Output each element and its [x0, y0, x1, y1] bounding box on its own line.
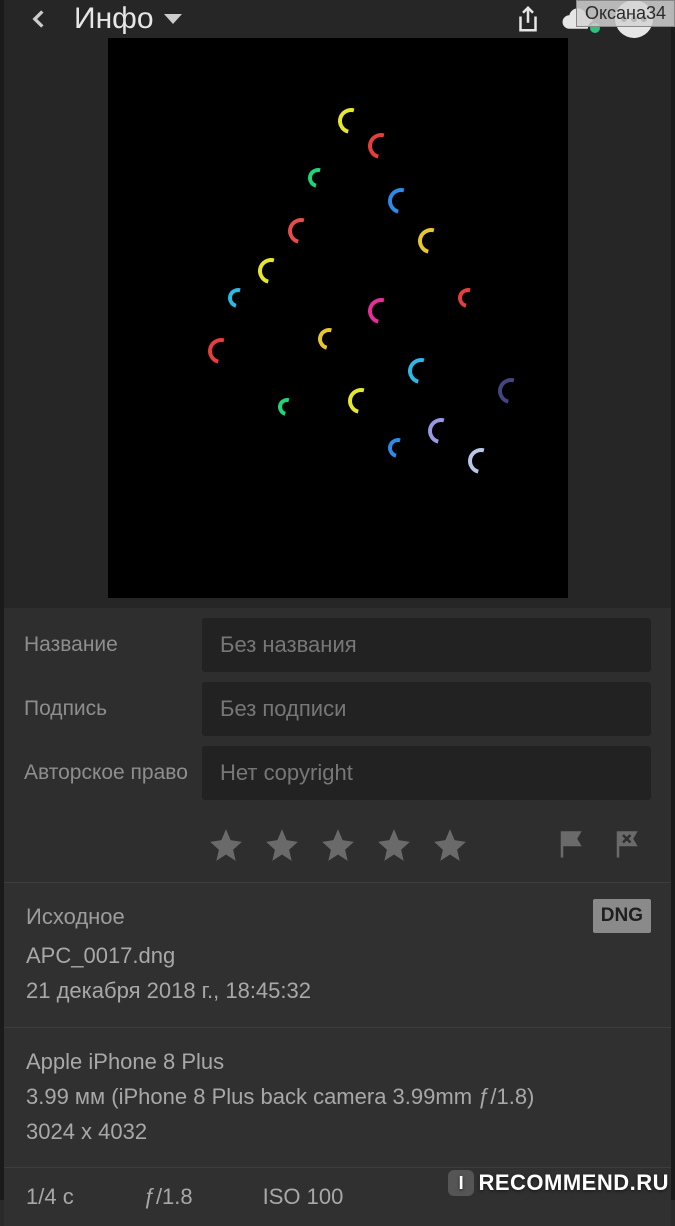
source-section: DNG Исходное APC_0017.dng 21 декабря 201…	[4, 883, 671, 1028]
format-badge: DNG	[593, 899, 651, 933]
caption-input[interactable]: Без подписи	[202, 682, 651, 736]
title-label: Название	[24, 633, 202, 657]
star-4[interactable]	[375, 826, 413, 864]
copyright-label: Авторское право	[24, 761, 202, 785]
title-input[interactable]: Без названия	[202, 618, 651, 672]
letterbox-right	[671, 0, 675, 1200]
screen-title-dropdown[interactable]: Инфо	[74, 2, 182, 36]
header: Инфо	[4, 0, 671, 38]
source-heading: Исходное	[26, 899, 649, 934]
camera-dimensions: 3024 x 4032	[26, 1114, 649, 1149]
photo-image	[108, 38, 568, 598]
chevron-left-icon	[29, 9, 49, 29]
star-3[interactable]	[319, 826, 357, 864]
source-filename: APC_0017.dng	[26, 938, 649, 973]
app-root: Инфо	[4, 0, 671, 1200]
caption-label: Подпись	[24, 697, 202, 721]
caret-down-icon	[164, 14, 182, 24]
shutter-value: 1/4 с	[26, 1184, 74, 1210]
star-5[interactable]	[431, 826, 469, 864]
back-button[interactable]	[22, 2, 56, 36]
watermark-i-icon: I	[448, 1170, 474, 1196]
rating-bar	[4, 816, 671, 882]
iso-value: ISO 100	[263, 1184, 344, 1210]
aperture-value: ƒ/1.8	[144, 1184, 193, 1210]
star-1[interactable]	[207, 826, 245, 864]
photo-preview[interactable]	[4, 38, 671, 608]
watermark-user: Оксана34	[576, 0, 675, 27]
camera-lens: 3.99 мм (iPhone 8 Plus back camera 3.99m…	[26, 1079, 649, 1114]
watermark-site: I RECOMMEND.RU	[448, 1170, 669, 1196]
screen-title: Инфо	[74, 2, 154, 36]
metadata-fields: Название Без названия Подпись Без подпис…	[4, 608, 671, 816]
camera-section: Apple iPhone 8 Plus 3.99 мм (iPhone 8 Pl…	[4, 1028, 671, 1169]
star-2[interactable]	[263, 826, 301, 864]
flag-reject[interactable]	[613, 830, 643, 860]
source-datetime: 21 декабря 2018 г., 18:45:32	[26, 973, 649, 1008]
share-icon	[513, 4, 543, 34]
share-button[interactable]	[511, 2, 545, 36]
camera-device: Apple iPhone 8 Plus	[26, 1044, 649, 1079]
copyright-input[interactable]: Нет copyright	[202, 746, 651, 800]
flag-pick[interactable]	[557, 830, 587, 860]
